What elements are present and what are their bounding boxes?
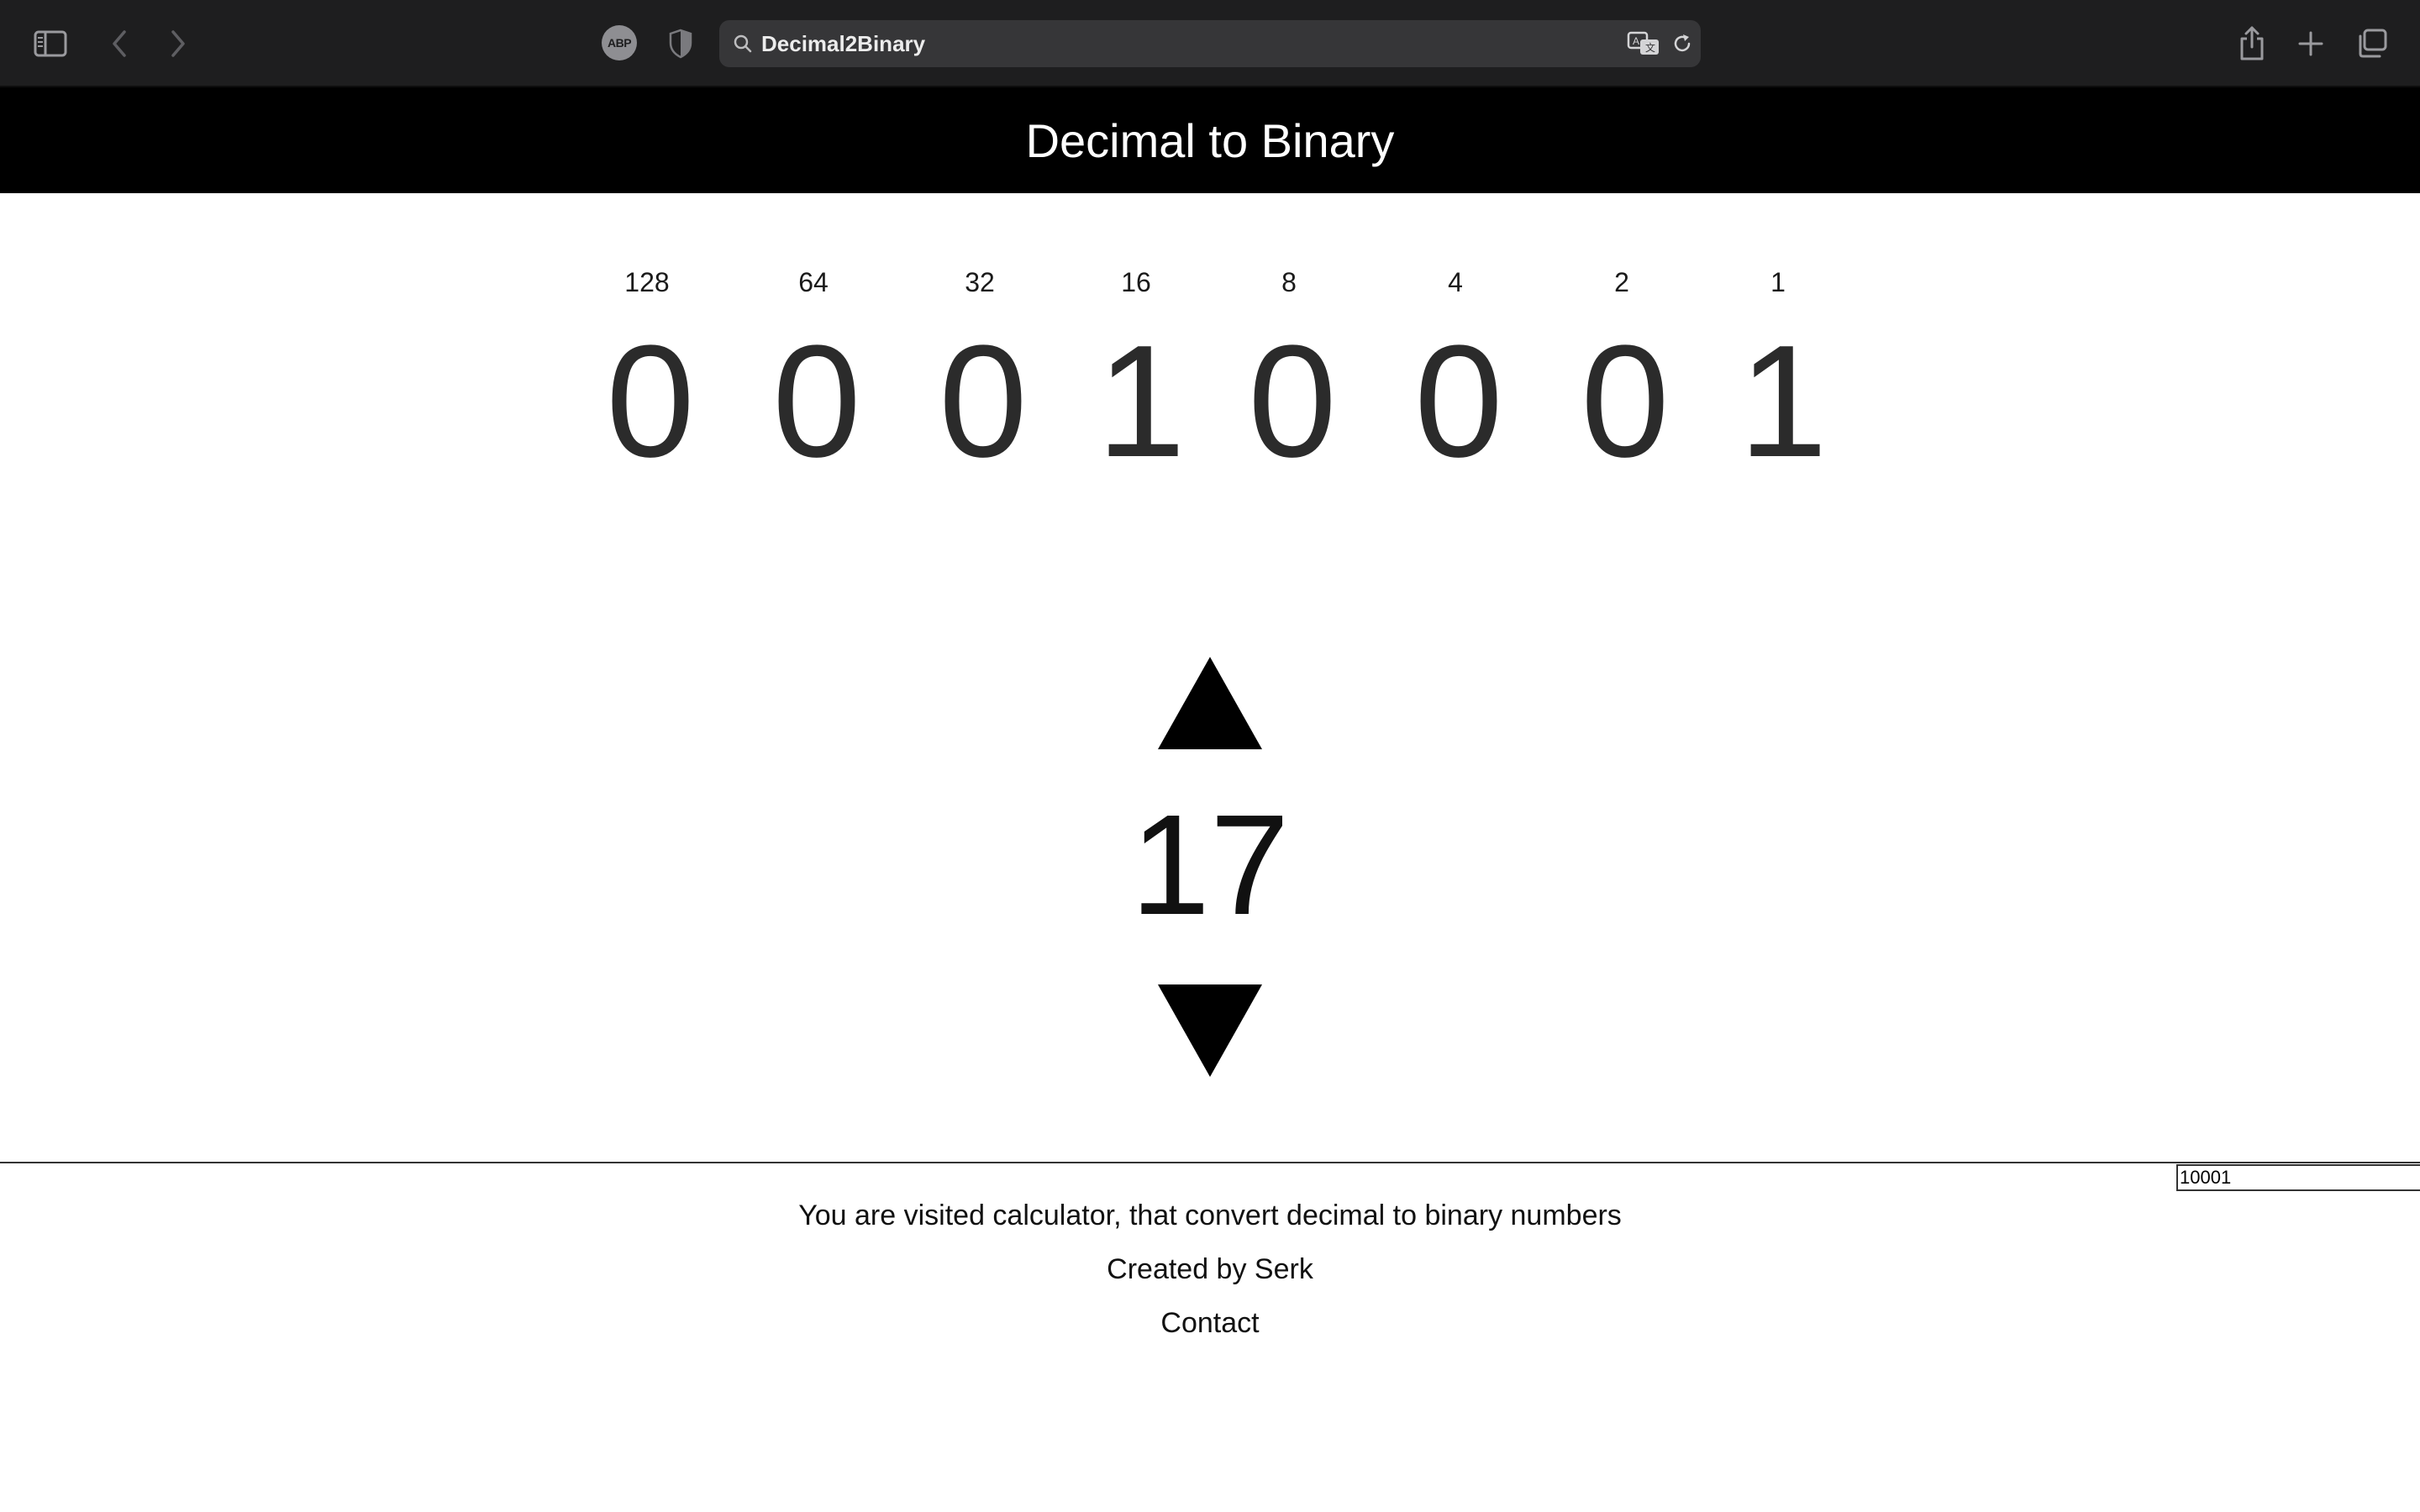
contact-link[interactable]: Contact <box>0 1307 2420 1340</box>
bit-weight: 32 <box>965 267 995 297</box>
binary-output-field[interactable] <box>2176 1164 2420 1191</box>
svg-text:A: A <box>1633 35 1639 47</box>
bit-weight: 16 <box>1121 267 1151 297</box>
adblock-icon[interactable]: ABP <box>602 25 637 60</box>
sidebar-icon[interactable] <box>32 25 69 62</box>
bit-weight: 4 <box>1448 267 1463 297</box>
bit-value[interactable]: 0 <box>1541 318 1709 486</box>
tab-overview-icon[interactable] <box>2353 25 2390 62</box>
new-tab-icon[interactable] <box>2294 25 2328 62</box>
site-header: Decimal to Binary <box>0 87 2420 193</box>
address-text[interactable]: Decimal2Binary <box>761 20 925 67</box>
triangle-up-icon[interactable] <box>1158 657 1262 749</box>
bit-value[interactable]: 0 <box>733 318 901 486</box>
bit-value[interactable]: 1 <box>1057 318 1225 486</box>
svg-text:文: 文 <box>1645 41 1655 54</box>
bit-value[interactable]: 0 <box>899 318 1067 486</box>
bit-weight: 64 <box>798 267 829 297</box>
bit-value[interactable]: 0 <box>566 318 734 486</box>
decimal-value: 17 <box>1130 785 1290 945</box>
privacy-shield-icon[interactable] <box>666 25 696 62</box>
footer-description: You are visited calculator, that convert… <box>798 1200 1622 1231</box>
share-icon[interactable] <box>2235 22 2269 64</box>
back-icon[interactable] <box>104 25 134 62</box>
reload-icon[interactable] <box>1669 30 1696 57</box>
bit-weight: 1 <box>1770 267 1786 297</box>
search-icon <box>731 32 755 55</box>
bit-value[interactable]: 0 <box>1375 318 1543 486</box>
bit-weight: 2 <box>1614 267 1629 297</box>
page-title: Decimal to Binary <box>1025 113 1395 167</box>
bit-weight: 8 <box>1281 267 1297 297</box>
divider <box>0 1162 2420 1163</box>
translate-icon[interactable]: A 文 <box>1625 29 1662 59</box>
footer-credit: Created by Serk <box>1107 1253 1313 1285</box>
forward-icon[interactable] <box>163 25 193 62</box>
triangle-down-icon[interactable] <box>1158 984 1262 1077</box>
bit-value[interactable]: 1 <box>1699 318 1867 486</box>
browser-toolbar: ABP Decimal2Binary A 文 <box>0 0 2420 87</box>
address-bar[interactable]: Decimal2Binary A 文 <box>719 20 1701 67</box>
bit-weight: 128 <box>624 267 670 297</box>
bit-value[interactable]: 0 <box>1208 318 1376 486</box>
